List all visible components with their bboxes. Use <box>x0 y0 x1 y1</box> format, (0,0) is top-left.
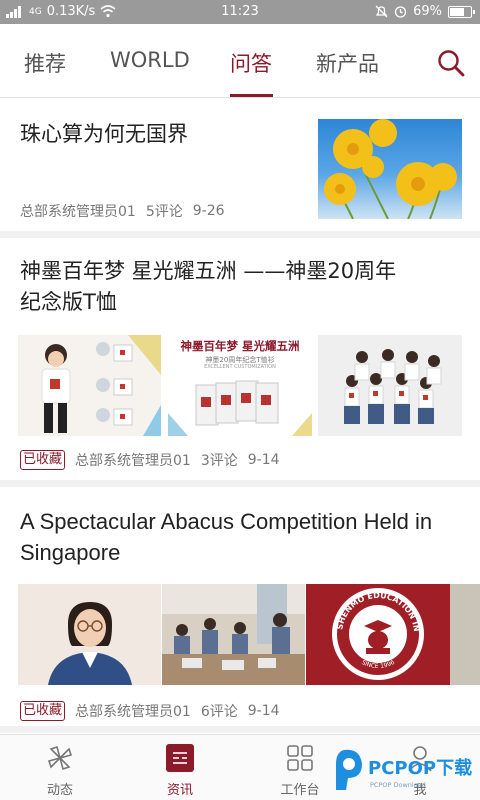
article-title-line: A Spectacular Abacus Competition Held in <box>20 509 433 534</box>
pinwheel-icon <box>47 745 73 771</box>
article-meta: 已收藏 总部系统管理员01 6评论 9-14 <box>20 701 280 721</box>
watermark-brand: PCPOP下载 <box>368 757 472 779</box>
battery-percent: 69% <box>413 4 442 19</box>
tab-recommend[interactable]: 推荐 <box>24 48 66 78</box>
nav-label: 资讯 <box>166 783 193 798</box>
nav-item-dynamics[interactable]: 动态 <box>25 743 95 798</box>
nav-label: 工作台 <box>280 783 320 798</box>
tab-qa[interactable]: 问答 <box>230 48 272 78</box>
author: 总部系统管理员01 <box>75 453 191 469</box>
shenmo-seal-thumbnail: SHENMO EDUCATION INT SINCE 1996 <box>306 584 480 685</box>
dandelion-thumbnail <box>318 119 462 219</box>
favorited-badge: 已收藏 <box>20 701 66 721</box>
portrait-thumbnail <box>18 584 161 685</box>
tshirt-model-thumbnail <box>18 335 161 436</box>
active-tab-indicator <box>230 94 273 97</box>
article-card[interactable]: A Spectacular Abacus Competition Held in… <box>0 487 480 733</box>
group-photo-thumbnail <box>318 335 462 436</box>
comment-count: 6评论 <box>200 704 238 720</box>
alarm-icon <box>394 6 407 18</box>
article-meta: 总部系统管理员01 5评论 9-26 <box>20 201 225 221</box>
article-title-line: Singapore <box>20 540 121 565</box>
article-card[interactable]: 珠心算为何无国界 总部系统管理员01 5评论 9-26 <box>0 99 480 238</box>
article-title-line: 神墨百年梦 星光耀五洲 ——神墨20周年 <box>20 259 397 283</box>
status-bar: 4G 0.13K/s 11:23 69% <box>0 0 480 24</box>
author: 总部系统管理员01 <box>20 204 136 220</box>
competition-room-thumbnail <box>162 584 305 685</box>
tshirt-pack-thumbnail: 神墨百年梦 星光耀五洲 神墨20周年纪念T恤衫 EXCELLENT CUSTOM… <box>168 335 312 436</box>
tab-world[interactable]: WORLD <box>110 48 190 72</box>
nav-label: 动态 <box>46 783 73 798</box>
date: 9-14 <box>247 452 280 468</box>
mute-icon <box>375 5 388 18</box>
article-card[interactable]: 神墨百年梦 星光耀五洲 ——神墨20周年 纪念版T恤 神墨百年梦 星光耀五洲 神… <box>0 238 480 487</box>
category-tabs: 推荐 WORLD 问答 新产品 <box>0 24 480 98</box>
article-meta: 已收藏 总部系统管理员01 3评论 9-14 <box>20 450 280 470</box>
search-icon[interactable] <box>436 48 466 78</box>
nav-item-workbench[interactable]: 工作台 <box>265 743 335 798</box>
article-title: 珠心算为何无国界 <box>20 122 188 146</box>
thumbnail-heading: 神墨百年梦 星光耀五洲 <box>180 339 300 353</box>
article-title-line: 纪念版T恤 <box>20 290 117 314</box>
date: 9-26 <box>192 203 225 219</box>
favorited-badge: 已收藏 <box>20 450 66 470</box>
news-icon <box>166 744 194 772</box>
nav-item-news[interactable]: 资讯 <box>145 743 215 798</box>
watermark-sub: PCPOP Download <box>370 781 426 789</box>
author: 总部系统管理员01 <box>75 704 191 720</box>
watermark-logo: PCPOP下载 PCPOP Download <box>330 744 478 794</box>
grid-icon <box>287 745 313 771</box>
date: 9-14 <box>247 703 280 719</box>
comment-count: 5评论 <box>145 204 183 220</box>
battery-icon <box>448 5 475 18</box>
tab-new-products[interactable]: 新产品 <box>316 48 379 78</box>
thumbnail-caption: EXCELLENT CUSTOMIZATION <box>204 364 276 370</box>
comment-count: 3评论 <box>200 453 238 469</box>
